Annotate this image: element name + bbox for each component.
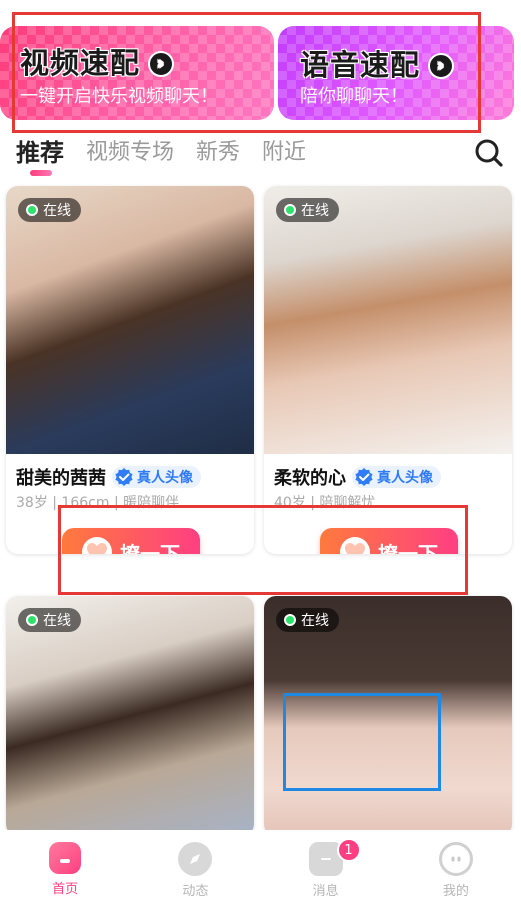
highlight-box-face <box>283 693 441 791</box>
online-dot-icon <box>26 614 38 626</box>
verified-check-icon <box>355 468 373 486</box>
nav-home[interactable]: 首页 <box>0 830 130 904</box>
search-icon[interactable] <box>474 138 504 168</box>
tab-recommend[interactable]: 推荐 <box>16 133 64 168</box>
online-status-badge: 在线 <box>276 198 339 222</box>
compass-icon <box>178 842 213 876</box>
online-dot-icon <box>284 614 296 626</box>
user-photo <box>264 186 512 454</box>
profile-face-icon <box>438 842 473 876</box>
tab-video-special[interactable]: 视频专场 <box>86 134 174 166</box>
online-status-badge: 在线 <box>18 198 81 222</box>
tab-newcomer[interactable]: 新秀 <box>196 134 240 166</box>
nav-profile[interactable]: 我的 <box>391 830 521 904</box>
home-page: 视频速配 › 一键开启快乐视频聊天！ 语音速配 › 陪你聊聊天！ 推荐 视频专场 新… <box>0 0 521 904</box>
tab-nearby[interactable]: 附近 <box>262 134 306 166</box>
online-dot-icon <box>26 204 38 216</box>
user-photo <box>6 596 254 836</box>
user-name: 柔软的心 <box>274 468 346 489</box>
active-tab-indicator <box>30 170 52 176</box>
highlight-box-buttons <box>58 505 468 595</box>
user-card[interactable]: 在线 柔软的心 真人头像 40岁 | 陪聊解忧 撩一下 <box>264 186 512 554</box>
unread-badge: 1 <box>336 838 361 862</box>
home-icon <box>49 842 82 874</box>
online-dot-icon <box>284 204 296 216</box>
user-photo <box>6 186 254 454</box>
nav-moments[interactable]: 动态 <box>130 830 260 904</box>
nav-messages[interactable]: 1 消息 <box>261 830 391 904</box>
highlight-box-banners <box>12 12 481 133</box>
verified-check-icon <box>115 468 133 486</box>
user-card[interactable]: 在线 甜美的茜茜 真人头像 38岁 | 166cm | 暖陪聊伴 撩一下 <box>6 186 254 554</box>
category-tabs: 推荐 视频专场 新秀 附近 <box>16 130 306 170</box>
user-card[interactable]: 在线 <box>6 596 254 836</box>
online-status-badge: 在线 <box>276 608 339 632</box>
user-name: 甜美的茜茜 <box>16 468 106 489</box>
verified-badge: 真人头像 <box>112 466 201 488</box>
bottom-nav: 首页 动态 1 消息 我的 <box>0 830 521 904</box>
verified-badge: 真人头像 <box>352 466 441 488</box>
online-status-badge: 在线 <box>18 608 81 632</box>
